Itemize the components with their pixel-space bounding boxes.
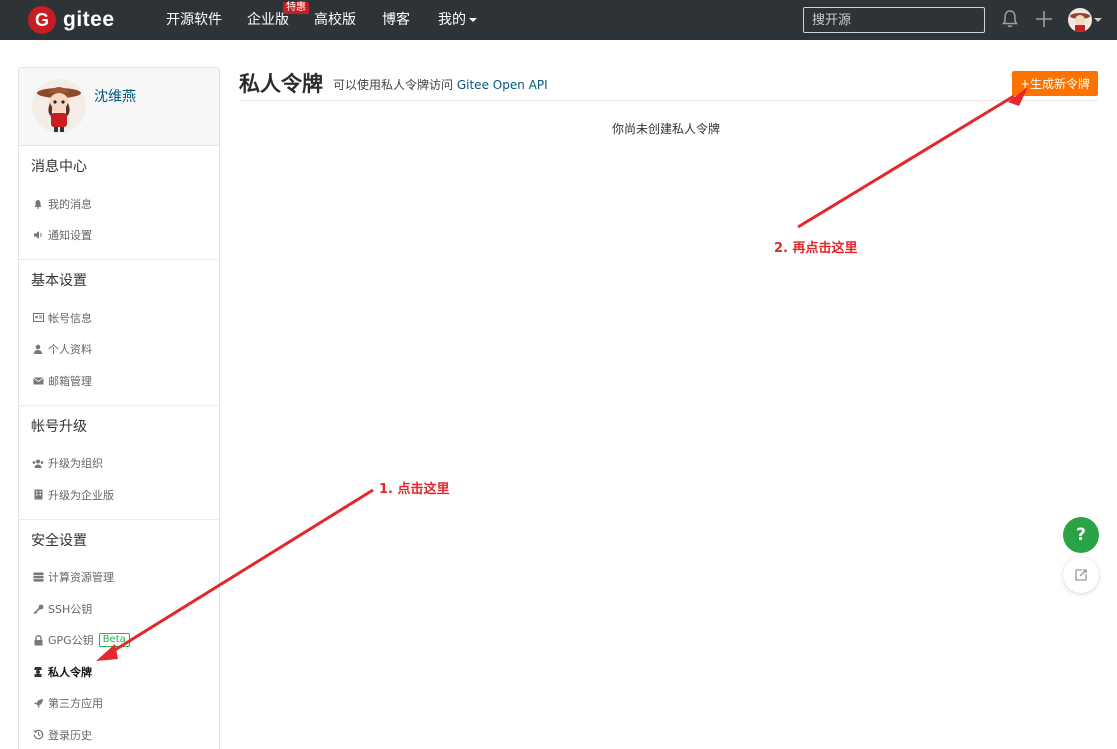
sidebar-item-label: 升级为组织 <box>48 457 103 471</box>
users-icon <box>32 457 44 469</box>
sidebar-item-label: 私人令牌 <box>48 665 92 679</box>
nav-open-source[interactable]: 开源软件 <box>166 11 222 29</box>
sidebar-item-third-party-apps[interactable]: 第三方应用 <box>19 688 219 720</box>
annotation-step2: 2. 再点击这里 <box>774 241 858 256</box>
sidebar-item-personal-tokens[interactable]: 私人令牌 <box>19 656 219 688</box>
sidebar-item-upgrade-enterprise[interactable]: 升级为企业版 <box>19 479 219 511</box>
subtitle-text: 可以使用私人令牌访问 <box>333 78 454 92</box>
id-card-icon <box>32 312 44 324</box>
sidebar-item-label: 登录历史 <box>48 728 92 742</box>
sidebar-item-notification-settings[interactable]: 通知设置 <box>19 220 219 252</box>
arrow-step2-line <box>797 94 1015 229</box>
avatar-image <box>1070 13 1090 32</box>
bell-icon <box>32 198 44 210</box>
annotation-step1: 1. 点击这里 <box>379 482 450 497</box>
gitee-logo[interactable]: G gitee <box>28 5 115 35</box>
sidebar-item-label: 个人资料 <box>48 343 92 357</box>
sidebar-item-label: SSH公钥 <box>48 602 93 616</box>
page-title: 私人令牌 <box>239 72 323 96</box>
generate-token-button[interactable]: +生成新令牌 <box>1012 71 1098 96</box>
sidebar-item-account-info[interactable]: 帐号信息 <box>19 302 219 334</box>
promo-badge: 特惠 <box>283 2 309 14</box>
sidebar-item-label: GPG公钥 <box>48 634 94 648</box>
section-title: 安全设置 <box>31 532 87 549</box>
sidebar-item-label: 邮箱管理 <box>48 374 92 388</box>
sidebar-item-label: 帐号信息 <box>48 311 92 325</box>
history-icon <box>32 729 44 741</box>
sidebar-item-compute-resources[interactable]: 计算资源管理 <box>19 562 219 594</box>
top-navbar: G gitee 开源软件 企业版 特惠 高校版 博客 我的 <box>0 0 1117 40</box>
section-title: 帐号升级 <box>31 418 87 435</box>
nav-enterprise[interactable]: 企业版 <box>247 11 289 29</box>
profile-username[interactable]: 沈维燕 <box>94 86 136 106</box>
server-icon <box>32 571 44 583</box>
nav-mine-label: 我的 <box>438 12 466 28</box>
edit-share-icon <box>1075 569 1087 581</box>
token-icon <box>32 666 44 678</box>
chevron-down-icon <box>469 18 477 22</box>
section-account-upgrade: 帐号升级 升级为组织 升级为企业版 <box>19 406 219 520</box>
search-input[interactable] <box>803 7 985 33</box>
building-icon <box>32 489 44 501</box>
plus-icon[interactable] <box>1033 8 1055 30</box>
logo-text: gitee <box>63 8 115 31</box>
user-avatar[interactable] <box>1068 8 1092 32</box>
profile-card: 沈维燕 <box>19 68 219 146</box>
settings-sidebar: 沈维燕 消息中心 我的消息 通知设置 基本设置 帐号信息 个人资料 邮箱管理 帐… <box>18 67 220 749</box>
nav-blog[interactable]: 博客 <box>382 11 410 29</box>
envelope-icon <box>32 375 44 387</box>
feedback-button[interactable] <box>1063 557 1099 593</box>
section-basic-settings: 基本设置 帐号信息 个人资料 邮箱管理 <box>19 260 219 406</box>
section-title: 消息中心 <box>31 159 87 175</box>
sidebar-item-email[interactable]: 邮箱管理 <box>19 365 219 397</box>
section-title: 基本设置 <box>31 273 87 289</box>
user-icon <box>32 343 44 355</box>
bell-icon[interactable] <box>999 8 1021 30</box>
sidebar-item-label: 第三方应用 <box>48 697 103 711</box>
key-icon <box>32 603 44 615</box>
avatar-caret-icon[interactable] <box>1094 18 1102 22</box>
avatar-image <box>37 87 81 132</box>
sidebar-item-label: 计算资源管理 <box>48 571 114 585</box>
help-button[interactable]: ? <box>1063 517 1099 553</box>
sidebar-item-profile[interactable]: 个人资料 <box>19 334 219 366</box>
section-security: 安全设置 计算资源管理 SSH公钥 GPG公钥 Beta 私人令牌 第三方应用 <box>19 520 219 749</box>
sidebar-item-login-history[interactable]: 登录历史 <box>19 719 219 749</box>
section-messages: 消息中心 我的消息 通知设置 <box>19 146 219 260</box>
sidebar-item-upgrade-org[interactable]: 升级为组织 <box>19 448 219 480</box>
sidebar-item-my-messages[interactable]: 我的消息 <box>19 188 219 220</box>
empty-state-message: 你尚未创建私人令牌 <box>612 122 721 136</box>
speaker-icon <box>32 229 44 241</box>
sidebar-item-label: 我的消息 <box>48 197 92 211</box>
sidebar-item-gpg-keys[interactable]: GPG公钥 Beta <box>19 625 219 657</box>
gitee-logo-icon: G <box>28 6 56 34</box>
page-subtitle: 可以使用私人令牌访问 Gitee Open API <box>333 76 548 93</box>
beta-badge: Beta <box>98 633 130 648</box>
title-divider <box>239 100 1098 101</box>
sidebar-item-ssh-keys[interactable]: SSH公钥 <box>19 593 219 625</box>
profile-avatar[interactable] <box>32 79 86 133</box>
sidebar-item-label: 升级为企业版 <box>48 488 114 502</box>
nav-university[interactable]: 高校版 <box>314 11 356 29</box>
sidebar-item-label: 通知设置 <box>48 229 92 243</box>
nav-mine[interactable]: 我的 <box>438 11 477 29</box>
open-api-link[interactable]: Gitee Open API <box>457 78 548 92</box>
lock-icon <box>32 634 44 646</box>
rocket-icon <box>32 697 44 709</box>
